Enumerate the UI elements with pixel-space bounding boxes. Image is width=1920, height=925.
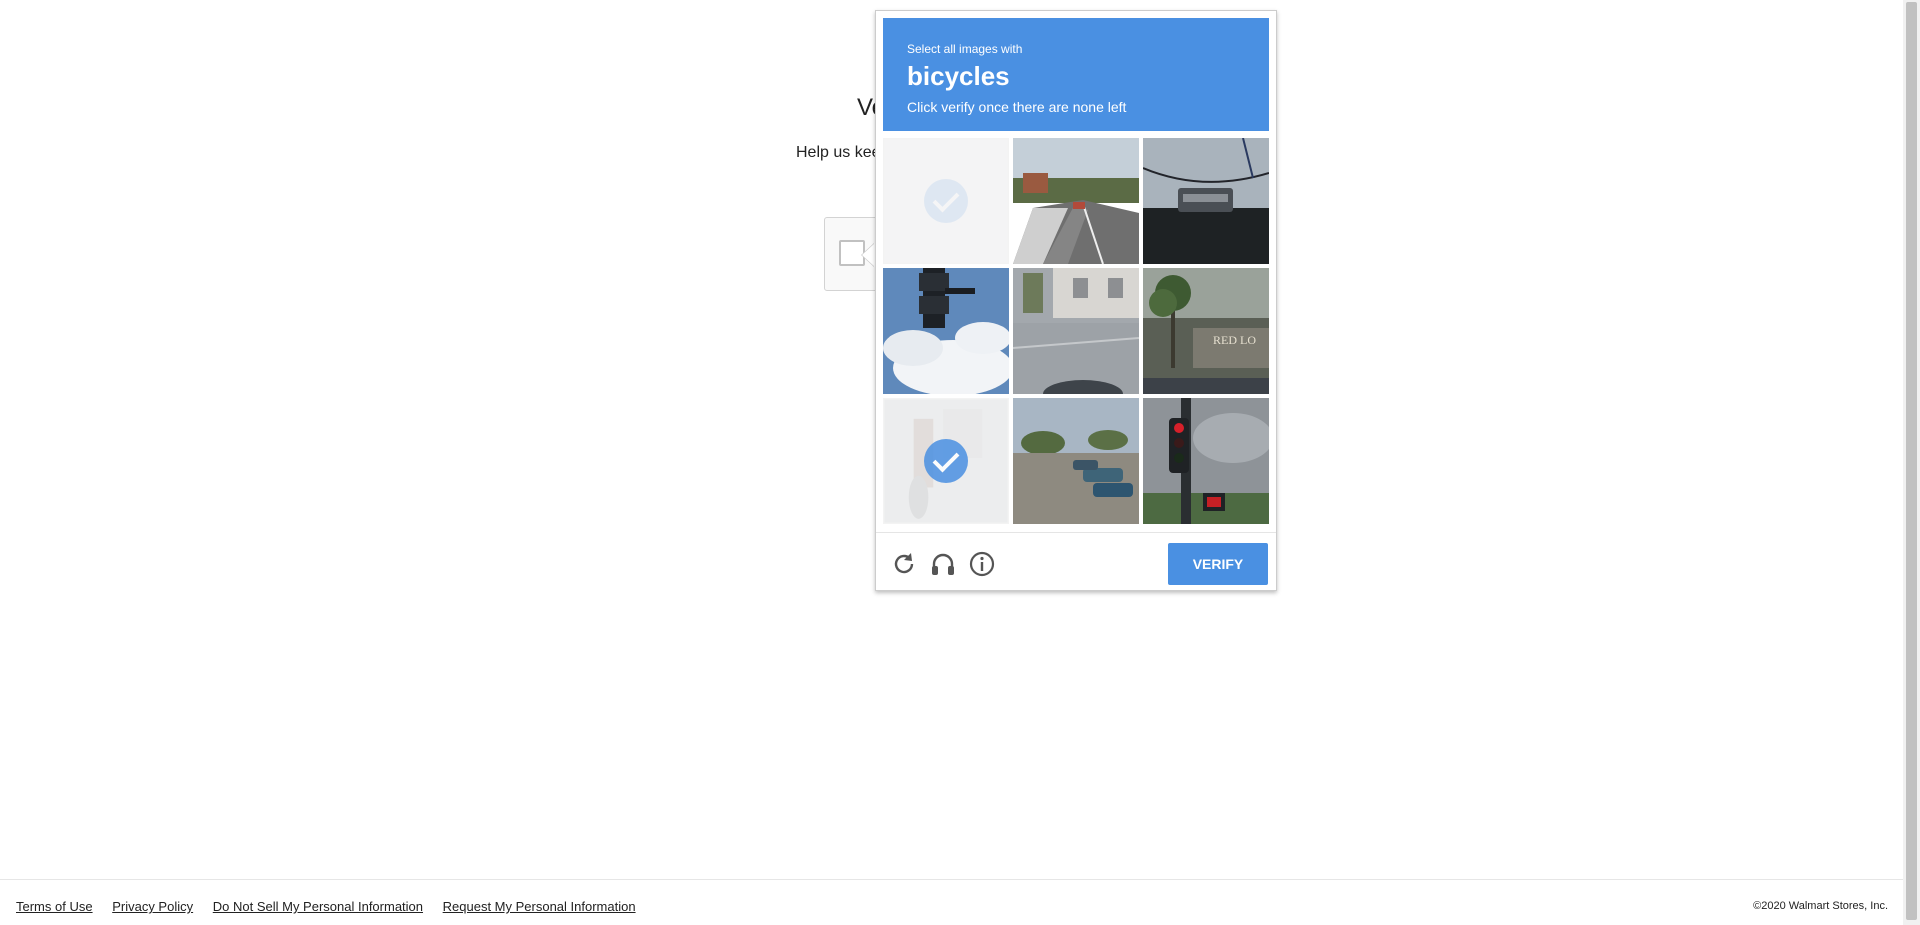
footer-link-do-not-sell[interactable]: Do Not Sell My Personal Information xyxy=(213,899,423,914)
image-tile-7[interactable] xyxy=(883,398,1009,524)
challenge-target: bicycles xyxy=(907,61,1010,91)
image-tile-5[interactable] xyxy=(1013,268,1139,394)
recaptcha-challenge: Select all images with bicycles Click ve… xyxy=(875,10,1277,591)
image-tile-2[interactable] xyxy=(1013,138,1139,264)
copyright: ©2020 Walmart Stores, Inc. xyxy=(1753,900,1888,912)
tile-selected-check-icon xyxy=(924,179,968,223)
image-tile-8[interactable] xyxy=(1013,398,1139,524)
vertical-scrollbar[interactable] xyxy=(1903,0,1920,925)
image-tile-6[interactable]: RED LO xyxy=(1143,268,1269,394)
tile-image-8 xyxy=(1013,398,1139,524)
image-tile-1[interactable] xyxy=(883,138,1009,264)
footer-links: Terms of Use Privacy Policy Do Not Sell … xyxy=(16,899,652,914)
tile-selected-check-icon xyxy=(924,439,968,483)
headphones-icon[interactable] xyxy=(929,550,957,578)
page-footer: Terms of Use Privacy Policy Do Not Sell … xyxy=(0,879,1903,925)
page: Ve Help us kee Select all images with bi… xyxy=(0,0,1920,925)
verify-button[interactable]: VERIFY xyxy=(1168,543,1268,585)
svg-text:RED LO: RED LO xyxy=(1213,333,1256,347)
footer-link-request-info[interactable]: Request My Personal Information xyxy=(443,899,636,914)
footer-link-terms[interactable]: Terms of Use xyxy=(16,899,93,914)
tile-image-3 xyxy=(1143,138,1269,264)
challenge-footer: VERIFY xyxy=(876,532,1276,591)
tile-image-6: RED LO xyxy=(1143,268,1269,394)
image-grid: RED LO xyxy=(883,138,1270,525)
challenge-header: Select all images with bicycles Click ve… xyxy=(883,18,1269,131)
reload-icon[interactable] xyxy=(890,550,918,578)
page-subtitle: Help us kee xyxy=(796,144,881,161)
challenge-hint: Click verify once there are none left xyxy=(907,99,1127,115)
tile-image-2 xyxy=(1013,138,1139,264)
info-icon[interactable] xyxy=(968,550,996,578)
tile-image-4 xyxy=(883,268,1009,394)
challenge-pointer-arrow xyxy=(862,243,875,267)
footer-link-privacy[interactable]: Privacy Policy xyxy=(112,899,193,914)
image-tile-4[interactable] xyxy=(883,268,1009,394)
image-tile-9[interactable] xyxy=(1143,398,1269,524)
scrollbar-thumb[interactable] xyxy=(1906,2,1917,920)
image-tile-3[interactable] xyxy=(1143,138,1269,264)
tile-image-5 xyxy=(1013,268,1139,394)
challenge-instruction: Select all images with xyxy=(907,42,1023,56)
tile-image-9 xyxy=(1143,398,1269,524)
